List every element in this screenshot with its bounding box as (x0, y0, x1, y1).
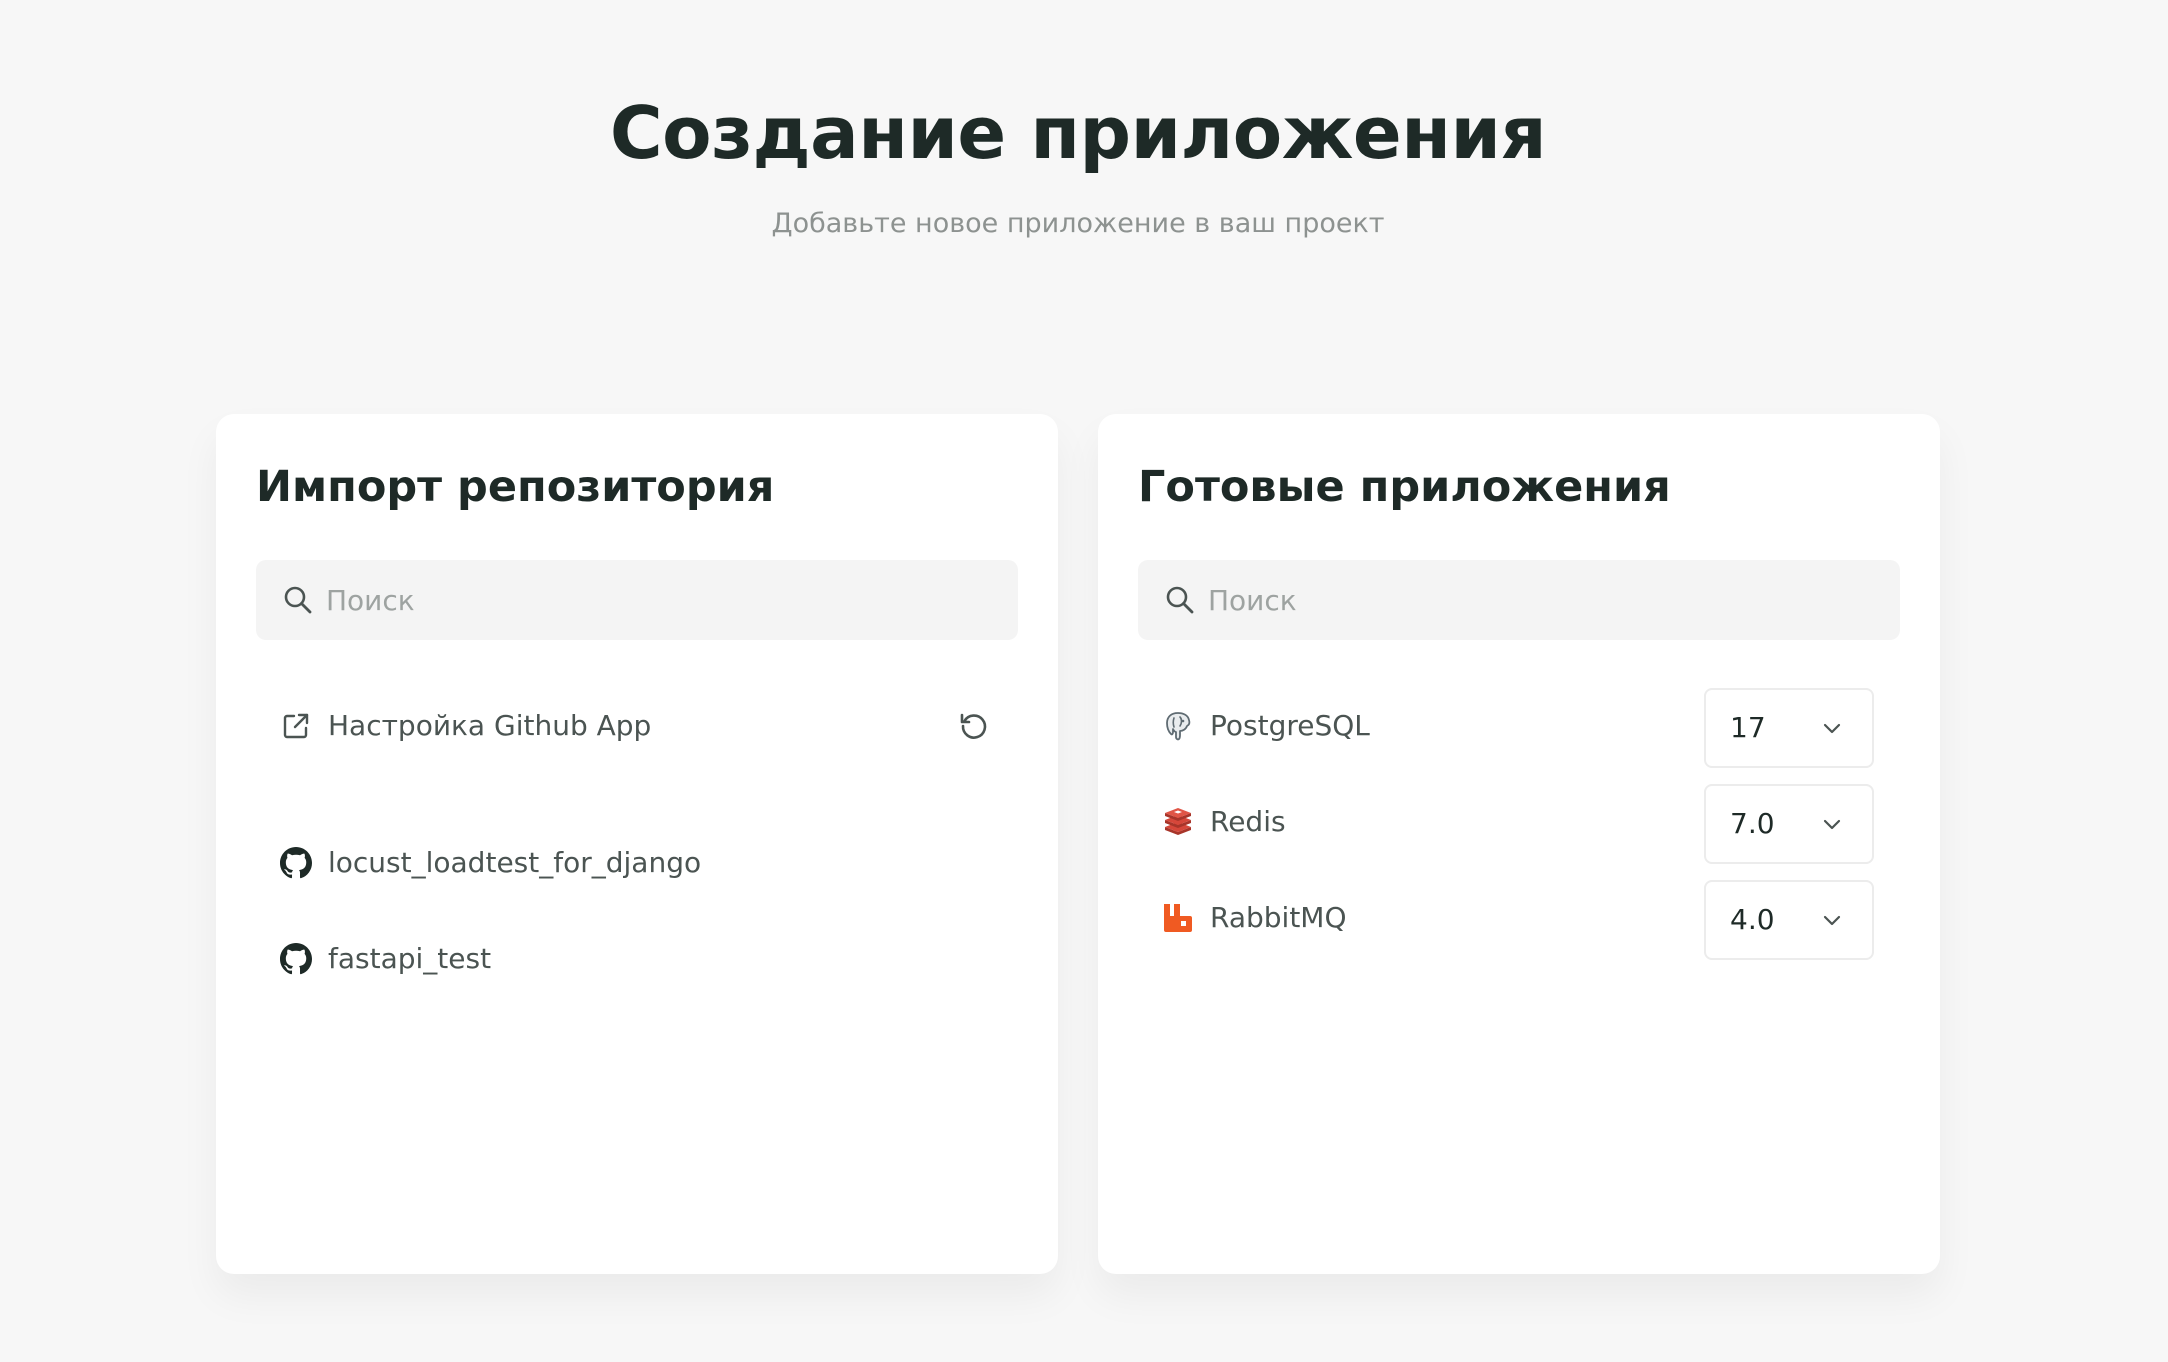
ready-apps-card: Готовые приложения PostgreSQL 17 (1098, 414, 1940, 1274)
version-select[interactable]: 7.0 (1704, 784, 1874, 864)
app-item-rabbitmq[interactable]: RabbitMQ 4.0 (1138, 880, 1900, 960)
version-value: 17 (1730, 711, 1766, 744)
page-subtitle: Добавьте новое приложение в ваш проект (771, 208, 1385, 239)
github-app-settings-link[interactable]: Настройка Github App (328, 694, 651, 758)
repository-name: locust_loadtest_for_django (328, 846, 702, 879)
apps-search-input[interactable] (1208, 560, 1888, 640)
repository-search-input[interactable] (326, 560, 1006, 640)
app-item-redis[interactable]: Redis 7.0 (1138, 784, 1900, 864)
version-select[interactable]: 17 (1704, 688, 1874, 768)
import-repository-title: Импорт репозитория (256, 462, 775, 512)
repository-item[interactable]: locust_loadtest_for_django (256, 831, 1018, 895)
postgresql-icon (1166, 712, 1191, 741)
github-icon (280, 943, 312, 975)
external-link-icon (283, 713, 309, 739)
chevron-down-icon (1823, 723, 1841, 734)
refresh-icon[interactable] (956, 708, 992, 744)
app-name: RabbitMQ (1210, 901, 1347, 934)
github-app-settings-row: Настройка Github App (256, 694, 1018, 758)
ready-apps-title: Готовые приложения (1138, 462, 1671, 512)
repository-name: fastapi_test (328, 942, 492, 975)
github-icon (280, 847, 312, 879)
version-value: 7.0 (1730, 807, 1775, 840)
repository-search-box[interactable] (256, 560, 1018, 640)
app-item-postgresql[interactable]: PostgreSQL 17 (1138, 688, 1900, 768)
redis-icon (1165, 808, 1191, 835)
chevron-down-icon (1823, 915, 1841, 926)
apps-search-box[interactable] (1138, 560, 1900, 640)
page-title: Создание приложения (609, 91, 1547, 175)
chevron-down-icon (1823, 819, 1841, 830)
app-name: Redis (1210, 805, 1286, 838)
rabbitmq-icon (1164, 904, 1192, 932)
search-icon (284, 586, 312, 614)
version-select[interactable]: 4.0 (1704, 880, 1874, 960)
import-repository-card: Импорт репозитория Настройка Github App … (216, 414, 1058, 1274)
repository-item[interactable]: fastapi_test (256, 927, 1018, 991)
app-name: PostgreSQL (1210, 709, 1370, 742)
version-value: 4.0 (1730, 903, 1775, 936)
search-icon (1166, 586, 1194, 614)
